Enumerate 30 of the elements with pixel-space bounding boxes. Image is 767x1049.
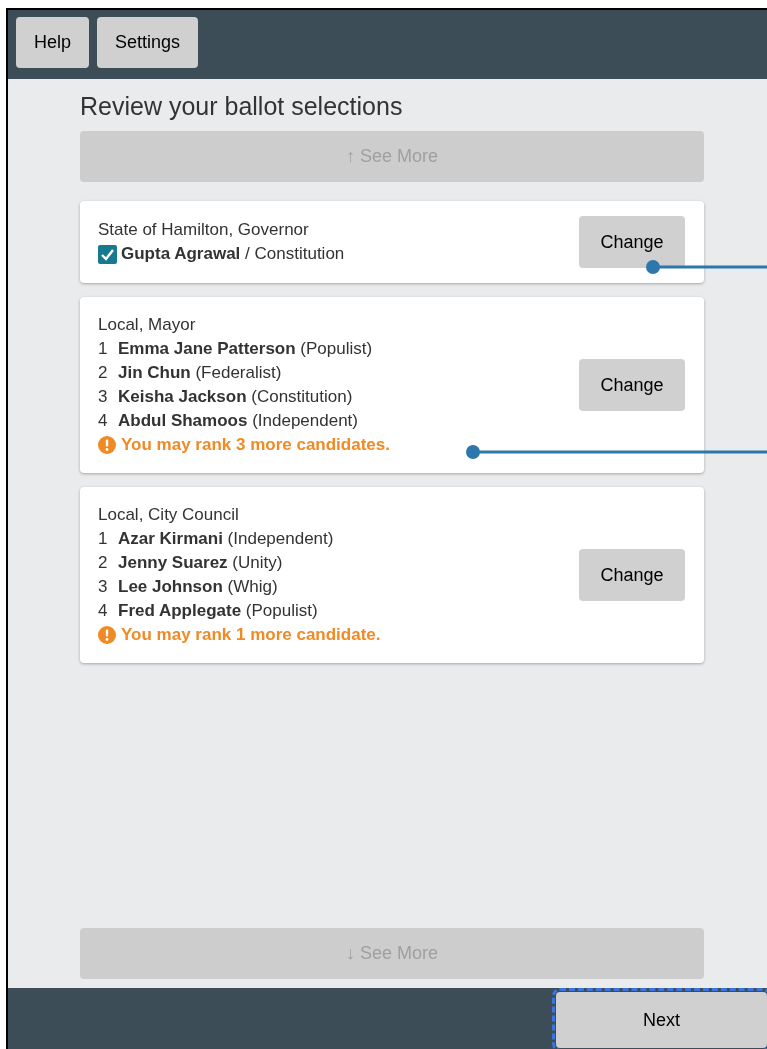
change-button[interactable]: Change xyxy=(579,359,685,411)
change-button[interactable]: Change xyxy=(579,549,685,601)
warning-icon xyxy=(98,436,116,454)
candidate-text: Fred Applegate (Populist) xyxy=(118,600,318,622)
candidate-text: Keisha Jackson (Constitution) xyxy=(118,386,353,408)
toolbar-button[interactable]: Help xyxy=(16,17,90,68)
candidate-text: Lee Johnson (Whig) xyxy=(118,576,278,598)
candidate-text: Abdul Shamoos (Independent) xyxy=(118,410,358,432)
candidate-text: Emma Jane Patterson (Populist) xyxy=(118,338,373,360)
warning-text: You may rank 3 more candidates. xyxy=(121,434,390,456)
candidate-text: Jin Chun (Federalist) xyxy=(118,362,282,384)
warning-icon xyxy=(98,626,116,644)
rank-number: 4 xyxy=(98,600,109,622)
candidate-text: Gupta Agrawal / Constitution xyxy=(121,243,345,265)
candidate-text: Jenny Suarez (Unity) xyxy=(118,552,283,574)
page-title: Review your ballot selections xyxy=(80,91,404,121)
candidate-text: Azar Kirmani (Independent) xyxy=(118,528,334,550)
rank-number: 1 xyxy=(98,338,109,360)
rank-number: 4 xyxy=(98,410,109,432)
warning-text: You may rank 1 more candidate. xyxy=(121,624,381,646)
toolbar-button[interactable]: Settings xyxy=(97,17,199,68)
change-button[interactable]: Change xyxy=(579,216,685,268)
contest-title: State of Hamilton, Governor xyxy=(98,219,310,241)
contest-title: Local, City Council xyxy=(98,504,240,526)
contest-title: Local, Mayor xyxy=(98,314,197,336)
rank-number: 2 xyxy=(98,362,109,384)
rank-number: 2 xyxy=(98,552,109,574)
rank-number: 3 xyxy=(98,386,109,408)
rank-number: 3 xyxy=(98,576,109,598)
rank-number: 1 xyxy=(98,528,109,550)
